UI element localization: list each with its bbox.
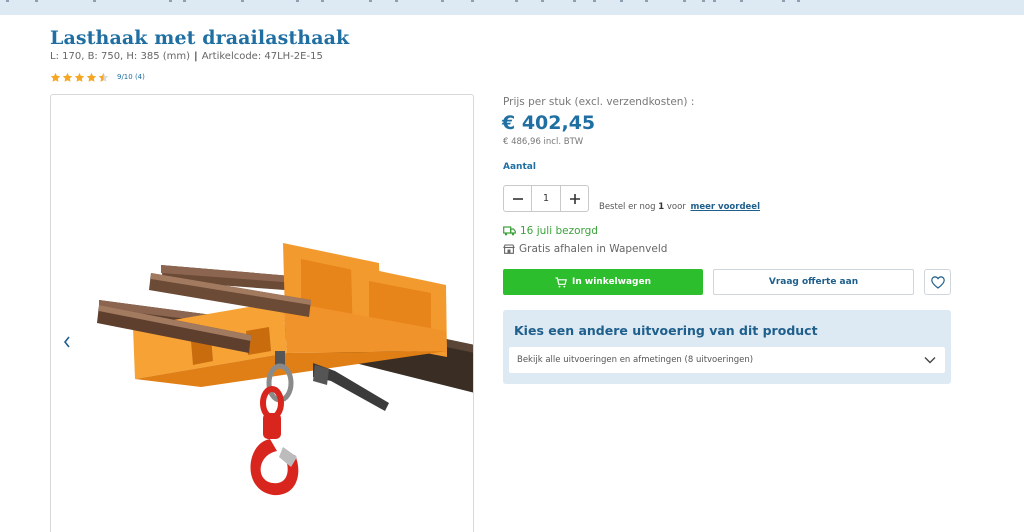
top-text-fragment <box>515 0 518 2</box>
quantity-label: Aantal <box>503 162 536 172</box>
top-text-fragment <box>441 0 444 2</box>
delivery-date: 16 juli bezorgd <box>520 225 598 237</box>
top-text-fragment <box>93 0 96 2</box>
top-info-bar-text-remnant <box>0 0 1024 2</box>
quantity-decrease-button[interactable] <box>504 186 531 211</box>
top-text-fragment <box>471 0 474 2</box>
truck-icon <box>503 226 516 236</box>
top-text-fragment <box>740 0 743 2</box>
product-title: Lasthaak met draailasthaak <box>50 27 350 49</box>
quantity-stepper[interactable]: 1 <box>503 185 589 212</box>
star-half-icon <box>98 72 109 83</box>
top-text-fragment <box>797 0 800 2</box>
more-advantage-link[interactable]: meer voordeel <box>691 202 760 212</box>
top-text-fragment <box>169 0 172 2</box>
top-text-fragment <box>183 0 186 2</box>
top-text-fragment <box>702 0 705 2</box>
price-label: Prijs per stuk (excl. verzendkosten) : <box>503 96 695 108</box>
top-text-fragment <box>593 0 596 2</box>
star-icon <box>50 72 61 83</box>
delivery-info: 16 juli bezorgd <box>503 225 598 237</box>
price: € 402,45 <box>502 112 596 134</box>
rating-text[interactable]: 9/10 (4) <box>117 73 145 81</box>
add-to-cart-label: In winkelwagen <box>572 277 651 287</box>
request-quote-label: Vraag offerte aan <box>768 277 859 287</box>
variants-title: Kies een andere uitvoering van dit produ… <box>514 323 818 338</box>
plus-icon <box>569 193 580 204</box>
order-more-count: 1 <box>658 202 665 212</box>
article-code: Artikelcode: 47LH-2E-15 <box>201 51 323 62</box>
request-quote-button[interactable]: Vraag offerte aan <box>713 269 914 295</box>
meta-separator: | <box>194 51 198 62</box>
pickup-info: Gratis afhalen in Wapenveld <box>503 243 667 255</box>
product-image-gallery <box>50 94 474 532</box>
star-icon <box>86 72 97 83</box>
top-text-fragment <box>35 0 38 2</box>
top-text-fragment <box>6 0 9 2</box>
order-more-prefix: Bestel er nog <box>599 202 656 212</box>
top-text-fragment <box>541 0 544 2</box>
wishlist-button[interactable] <box>924 269 951 295</box>
cart-icon <box>555 276 567 287</box>
chevron-down-icon <box>924 357 936 364</box>
order-more-hint: Bestel er nog 1 voor meer voordeel <box>599 202 760 212</box>
product-rating[interactable]: 9/10 (4) <box>50 71 145 83</box>
top-text-fragment <box>683 0 686 2</box>
star-icon <box>62 72 73 83</box>
variants-dropdown-text: Bekijk alle uitvoeringen en afmetingen (… <box>517 355 754 365</box>
top-text-fragment <box>369 0 372 2</box>
order-more-suffix: voor <box>666 202 686 212</box>
top-text-fragment <box>782 0 785 2</box>
product-image <box>97 243 473 496</box>
top-text-fragment <box>395 0 398 2</box>
add-to-cart-button[interactable]: In winkelwagen <box>503 269 703 295</box>
top-text-fragment <box>321 0 324 2</box>
heart-icon <box>930 275 945 289</box>
top-text-fragment <box>573 0 576 2</box>
star-icon <box>74 72 85 83</box>
minus-icon <box>512 197 523 200</box>
top-text-fragment <box>713 0 716 2</box>
quantity-increase-button[interactable] <box>561 186 588 211</box>
top-text-fragment <box>620 0 623 2</box>
variants-panel: Kies een andere uitvoering van dit produ… <box>503 310 951 384</box>
top-text-fragment <box>645 0 648 2</box>
product-meta: L: 170, B: 750, H: 385 (mm) | Artikelcode:… <box>50 51 323 62</box>
variants-dropdown[interactable]: Bekijk alle uitvoeringen en afmetingen (… <box>509 347 945 373</box>
top-text-fragment <box>241 0 244 2</box>
top-info-bar <box>0 0 1024 15</box>
product-dimensions: L: 170, B: 750, H: 385 (mm) <box>50 51 191 62</box>
store-icon <box>503 244 515 254</box>
chevron-left-icon <box>63 336 70 348</box>
pickup-text: Gratis afhalen in Wapenveld <box>519 243 668 255</box>
price-incl-vat: € 486,96 incl. BTW <box>503 137 584 147</box>
gallery-prev-button[interactable] <box>60 335 74 349</box>
top-text-fragment <box>296 0 299 2</box>
quantity-input[interactable]: 1 <box>531 186 561 211</box>
